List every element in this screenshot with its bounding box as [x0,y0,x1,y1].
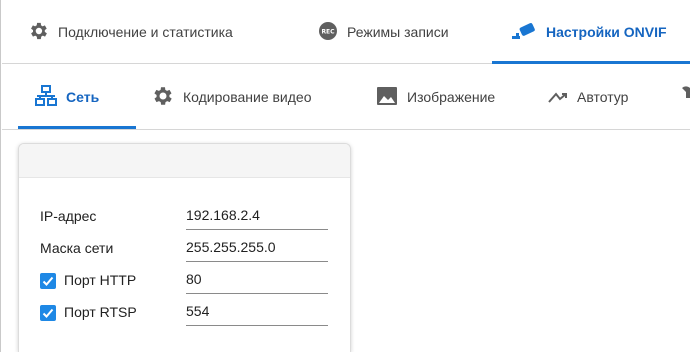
subnet-mask-row: Маска сети 255.255.255.0 [19,232,350,266]
active-subtab-indicator [18,126,136,129]
top-tab-bar: Подключение и статистика REC Режимы запи… [2,0,690,64]
tab-network[interactable]: Сеть [35,64,99,130]
rtsp-port-checkbox[interactable] [40,305,56,321]
tab-image[interactable]: Изображение [376,64,495,130]
http-port-checkbox[interactable] [40,273,56,289]
check-icon [42,308,54,318]
tab-more[interactable] [678,64,690,130]
tab-label: Настройки ONVIF [546,24,667,40]
wrench-icon [678,85,690,109]
svg-text:REC: REC [321,28,335,35]
gear-icon [150,84,174,111]
ip-address-field[interactable]: 192.168.2.4 [186,200,328,230]
route-icon [548,86,568,109]
network-settings-card: IP-адрес 192.168.2.4 Маска сети 255.255.… [18,143,351,352]
subnet-mask-label: Маска сети [40,240,114,256]
subnet-mask-field[interactable]: 255.255.255.0 [186,232,328,262]
check-icon [42,276,54,286]
rtsp-port-field[interactable]: 554 [186,296,328,326]
ip-address-row: IP-адрес 192.168.2.4 [19,200,350,234]
rtsp-port-row: Порт RTSP 554 [19,296,350,330]
tab-connection-stats[interactable]: Подключение и статистика [27,0,233,64]
app-frame: Подключение и статистика REC Режимы запи… [0,0,690,352]
http-port-field[interactable]: 80 [186,264,328,294]
tab-label: Сеть [66,89,100,105]
sub-tab-bar: Сеть Кодирование видео Изображение Автот… [2,64,690,130]
tab-onvif-settings[interactable]: Настройки ONVIF [511,0,667,64]
network-icon [35,84,57,110]
tab-recording-modes[interactable]: REC Режимы записи [318,0,449,64]
image-icon [376,85,398,110]
tab-label: Режимы записи [347,24,449,40]
http-port-label: Порт HTTP [64,272,137,288]
tab-label: Изображение [407,89,496,105]
http-port-row: Порт HTTP 80 [19,264,350,298]
tab-autotour[interactable]: Автотур [548,64,628,130]
rtsp-port-label: Порт RTSP [64,304,137,320]
gear-icon [27,20,49,45]
camera-icon [511,21,537,44]
tab-video-encoding[interactable]: Кодирование видео [150,64,312,130]
tab-label: Подключение и статистика [58,24,233,40]
ip-address-label: IP-адрес [40,208,97,224]
rec-icon: REC [318,21,338,44]
card-header [19,144,350,178]
tab-label: Кодирование видео [183,89,312,105]
tab-label: Автотур [577,89,629,105]
